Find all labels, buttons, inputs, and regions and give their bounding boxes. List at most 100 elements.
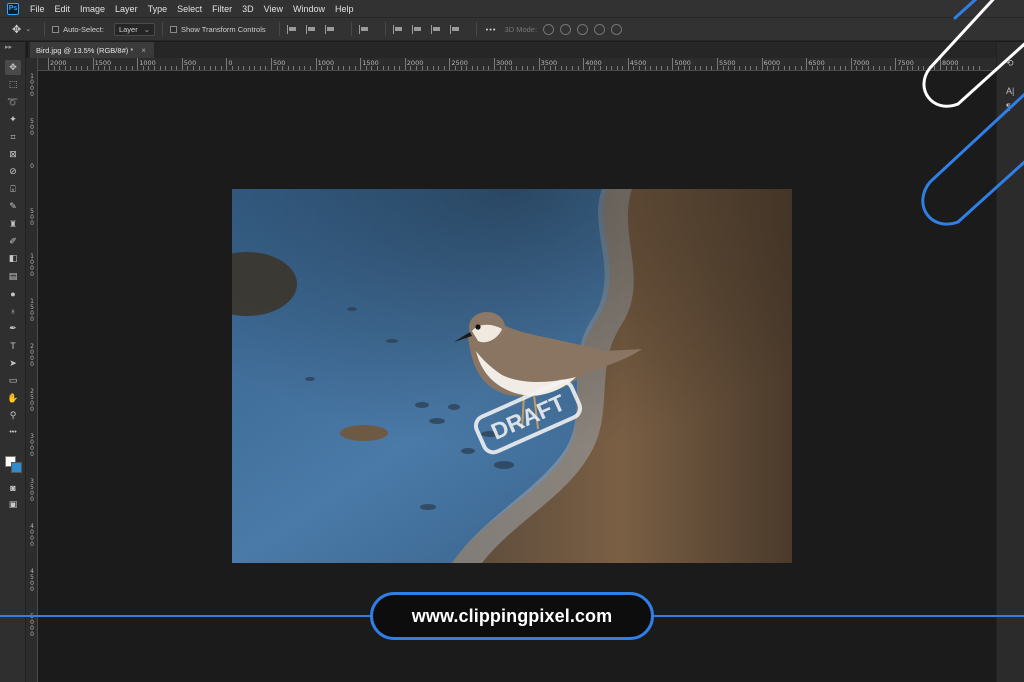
chevron-down-icon[interactable]: ⌄ [25,25,31,33]
auto-select-checkbox[interactable] [52,25,60,33]
ruler-tick [231,66,233,70]
3d-roll-icon[interactable] [560,23,572,35]
menu-image[interactable]: Image [75,4,110,14]
align-bottom-icon[interactable] [430,24,441,34]
more-options-button[interactable]: ••• [486,25,497,34]
menu-help[interactable]: Help [330,4,359,14]
bird-photo[interactable]: DRAFT [232,189,792,563]
brush-icon[interactable]: ✎ [5,199,21,214]
hand-icon[interactable]: ✋ [5,391,21,406]
quick-mask-icon[interactable]: ◙ [5,480,21,495]
gradient-icon[interactable]: ▤ [5,269,21,284]
clone-stamp-icon[interactable]: ♜ [5,217,21,232]
character-icon[interactable]: A| [1006,86,1014,96]
lasso-icon[interactable]: ➰ [5,95,21,110]
ruler-tick [973,66,975,70]
ruler-tick [577,66,579,70]
auto-select-option[interactable]: Auto-Select: [52,25,104,34]
align-top-icon[interactable] [392,24,403,34]
menu-view[interactable]: View [259,4,288,14]
ruler-tick [878,66,880,70]
zoom-icon[interactable]: ⚲ [5,408,21,423]
healing-brush-icon[interactable]: ⌺ [5,182,21,197]
crop-icon[interactable]: ⌗ [5,130,21,145]
ruler-tick [310,66,312,70]
menu-type[interactable]: Type [143,4,173,14]
panel-collapse-icon[interactable]: ▸▸ [5,43,12,51]
type-icon[interactable]: T [5,338,21,353]
ruler-tick [789,66,791,70]
distribute-vertical-icon[interactable] [449,24,460,34]
ruler-label: 500 [30,208,34,227]
ruler-tick [170,66,172,70]
photoshop-logo-icon: Ps [7,2,19,15]
path-selection-icon[interactable]: ➤ [5,356,21,371]
menu-select[interactable]: Select [172,4,207,14]
ruler-tick [382,66,384,70]
ruler-tick [304,66,306,70]
document-tab[interactable]: Bird.jpg @ 13.5% (RGB/8#) * × [30,42,154,58]
3d-orbit-icon[interactable] [543,23,555,35]
ruler-tick [237,66,239,70]
dodge-icon[interactable]: ♁ [5,304,21,319]
ruler-tick [87,66,89,70]
history-brush-icon[interactable]: ✐ [5,234,21,249]
menu-layer[interactable]: Layer [110,4,143,14]
horizontal-ruler[interactable]: 2000 1500 1000 500 0 500 1000 1500 2000 2500 3000 3… [38,58,996,71]
ruler-label: 0 [30,163,34,170]
ruler-tick [951,66,953,70]
options-bar: ✥ ⌄ Auto-Select: Layer ⌄ Show Transform … [0,17,1024,41]
ruler-tick [761,58,763,70]
frame-icon[interactable]: ⊠ [5,147,21,162]
ruler-tick [365,66,367,70]
ruler-tick [555,66,557,70]
ruler-tick [884,66,886,70]
close-icon[interactable]: × [141,46,146,55]
blur-icon[interactable]: ● [5,286,21,301]
3d-slide-icon[interactable] [594,23,606,35]
transform-controls-checkbox[interactable] [170,25,178,33]
auto-select-label: Auto-Select: [63,24,104,34]
eyedropper-icon[interactable]: ⊘ [5,164,21,179]
background-color-swatch[interactable] [11,462,22,473]
align-center-icon[interactable] [305,24,316,34]
rectangle-icon[interactable]: ▭ [5,373,21,388]
more-tools-icon[interactable]: ••• [5,425,21,440]
menu-edit[interactable]: Edit [50,4,76,14]
move-tool-preset-icon[interactable]: ✥ [12,23,21,36]
ruler-tick [326,66,328,70]
menu-window[interactable]: Window [288,4,330,14]
magic-wand-icon[interactable]: ✦ [5,112,21,127]
ruler-tick [354,66,356,70]
3d-scale-icon[interactable] [611,23,623,35]
transform-controls-option[interactable]: Show Transform Controls [170,25,266,34]
ruler-tick [527,66,529,70]
ruler-tick [744,66,746,70]
ruler-tick [343,66,345,70]
screen-mode-icon[interactable]: ▣ [5,497,21,512]
distribute-icon[interactable] [358,24,369,34]
menu-file[interactable]: File [25,4,50,14]
move-icon[interactable]: ✥ [5,60,21,75]
ruler-label: 500 [273,59,286,67]
ruler-tick [694,66,696,70]
marquee-icon[interactable]: ⬚ [5,77,21,92]
align-left-icon[interactable] [286,24,297,34]
ruler-tick [772,66,774,70]
menu-bar: Ps File Edit Image Layer Type Select Fil… [0,0,1024,17]
vertical-ruler[interactable]: 1000500050010001500200025003000350040004… [26,58,38,682]
ruler-tick [48,58,49,70]
ruler-tick [538,58,540,70]
history-icon[interactable]: ⟲ [1006,58,1014,69]
pen-icon[interactable]: ✒ [5,321,21,336]
ruler-tick [666,66,668,70]
ruler-tick [811,66,813,70]
menu-3d[interactable]: 3D [237,4,259,14]
align-middle-icon[interactable] [411,24,422,34]
3d-pan-icon[interactable] [577,23,589,35]
eraser-icon[interactable]: ◧ [5,251,21,266]
align-right-icon[interactable] [324,24,335,34]
auto-select-dropdown[interactable]: Layer ⌄ [113,22,156,36]
paragraph-icon[interactable]: ¶ [1006,102,1011,112]
menu-filter[interactable]: Filter [207,4,237,14]
